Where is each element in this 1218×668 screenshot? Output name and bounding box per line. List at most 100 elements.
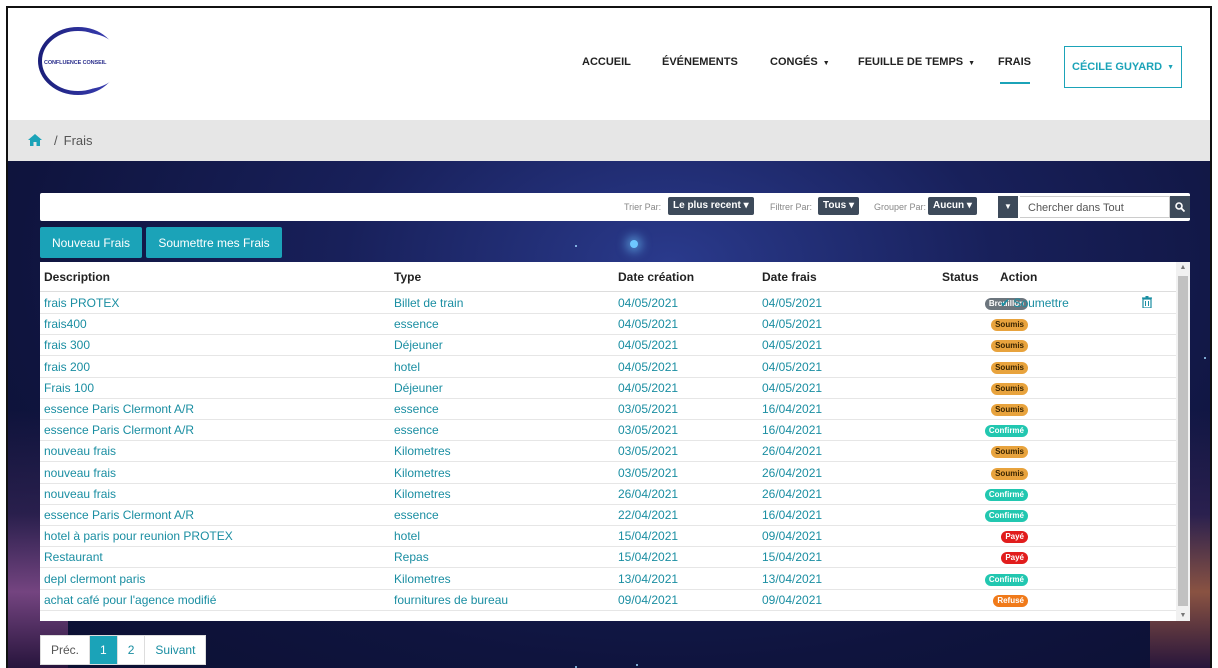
header-status[interactable]: Status [942,270,979,284]
table-scrollbar[interactable]: ▲ ▼ [1176,262,1190,621]
header-action: Action [1000,270,1038,284]
row-type: essence [394,508,439,522]
caret-down-icon: ▾ [743,200,749,211]
row-description[interactable]: nouveau frais [44,466,116,480]
status-badge: Soumis [991,446,1028,459]
pagination-page[interactable]: 2 [118,636,146,664]
scroll-down-icon[interactable]: ▼ [1179,612,1187,619]
table-row[interactable]: frais400 essence 04/05/2021 04/05/2021 Soumi… [40,314,1176,336]
row-created-date: 04/05/2021 [618,380,679,395]
nav-item-label: ACCUEIL [582,56,631,68]
caret-down-icon: ▾ [848,200,854,211]
filter-dropdown[interactable]: Tous ▾ [818,197,859,215]
table-row[interactable]: frais 300 Déjeuner 04/05/2021 04/05/2021 Sou… [40,335,1176,357]
nav-item-label: CONGÉS [770,56,818,68]
row-expense-date: 09/04/2021 [762,592,823,607]
company-logo[interactable]: CONFLUENCE CONSEIL [36,26,126,96]
row-type: Déjeuner [394,380,443,395]
row-expense-date: 16/04/2021 [762,508,823,522]
light-glow [630,240,638,248]
pagination-page[interactable]: 1 [90,636,118,664]
row-description[interactable]: frais PROTEX [44,296,119,310]
row-type: Kilometres [394,486,451,501]
row-expense-date: 26/04/2021 [762,444,823,459]
trash-icon[interactable] [1142,296,1152,311]
row-description[interactable]: essence Paris Clermont A/R [44,508,194,522]
user-menu-button[interactable]: CÉCILE GUYARD ▼ [1064,46,1182,88]
header-created[interactable]: Date création [618,270,694,284]
table-row[interactable]: hotel à paris pour reunion PROTEX hotel 15… [40,526,1176,548]
header-type[interactable]: Type [394,270,421,284]
row-created-date: 03/05/2021 [618,402,679,416]
table-row[interactable]: essence Paris Clermont A/R essence 03/05/2… [40,420,1176,442]
filter-value: Tous [823,200,847,211]
new-expense-label: Nouveau Frais [51,235,131,250]
nav-item-evenements[interactable]: ÉVÉNEMENTS [662,56,738,68]
row-created-date: 15/04/2021 [618,529,679,544]
new-expense-button[interactable]: Nouveau Frais [40,227,142,258]
submit-action-link[interactable]: ✔ Soumettre [1000,296,1069,310]
search-scope-dropdown[interactable]: ▼ [998,196,1018,218]
home-icon[interactable] [28,133,42,149]
row-expense-date: 09/04/2021 [762,529,823,544]
table-row[interactable]: Frais 100 Déjeuner 04/05/2021 04/05/2021 Sou… [40,378,1176,399]
table-row[interactable]: frais 200 hotel 04/05/2021 04/05/2021 Soumis [40,357,1176,378]
row-description[interactable]: depl clermont paris [44,572,145,586]
row-description[interactable]: essence Paris Clermont A/R [44,402,194,416]
row-created-date: 26/04/2021 [618,486,679,501]
table-row[interactable]: nouveau frais Kilometres 03/05/2021 26/04/2… [40,463,1176,484]
row-expense-date: 16/04/2021 [762,423,823,438]
table-row[interactable]: essence Paris Clermont A/R essence 03/05/2… [40,399,1176,420]
group-dropdown[interactable]: Aucun ▾ [928,197,977,215]
scroll-thumb[interactable] [1178,276,1188,606]
row-description[interactable]: frais400 [44,317,87,331]
pagination-next[interactable]: Suivant [145,636,205,664]
row-description[interactable]: nouveau frais [44,444,116,458]
row-description[interactable]: achat café pour l'agence modifié [44,593,216,607]
list-toolbar: Trier Par: Le plus recent ▾ Filtrer Par:… [40,193,1190,221]
table-row[interactable]: achat café pour l'agence modifié fournitu… [40,590,1176,611]
sort-dropdown[interactable]: Le plus recent ▾ [668,197,754,215]
scroll-up-icon[interactable]: ▲ [1179,264,1187,271]
row-expense-date: 04/05/2021 [762,317,823,332]
row-type: fournitures de bureau [394,592,509,607]
search-input[interactable]: Chercher dans Tout [1020,196,1170,218]
row-description[interactable]: Restaurant [44,550,103,564]
top-navbar: CONFLUENCE CONSEIL ACCUEIL ÉVÉNEMENTS CO… [8,8,1210,120]
sort-label: Trier Par: [624,202,662,212]
table-row[interactable]: essence Paris Clermont A/R essence 22/04/2… [40,505,1176,526]
table-row[interactable]: depl clermont paris Kilometres 13/04/2021 1… [40,569,1176,590]
nav-item-accueil[interactable]: ACCUEIL [582,56,631,68]
row-created-date: 13/04/2021 [618,571,679,586]
submit-expenses-button[interactable]: Soumettre mes Frais [146,227,282,258]
content-background: Trier Par: Le plus recent ▾ Filtrer Par:… [8,161,1210,668]
row-description[interactable]: Frais 100 [44,381,94,395]
user-name: CÉCILE GUYARD [1072,61,1163,73]
row-description[interactable]: essence Paris Clermont A/R [44,423,194,437]
row-expense-date: 15/04/2021 [762,550,823,565]
nav-item-conges[interactable]: CONGÉS ▼ [770,56,830,68]
table-row[interactable]: Restaurant Repas 15/04/2021 15/04/2021 Payé [40,547,1176,569]
row-created-date: 04/05/2021 [618,338,679,353]
group-value: Aucun [933,200,965,211]
table-row[interactable]: frais PROTEX Billet de train 04/05/2021 04/… [40,293,1176,314]
row-description[interactable]: frais 300 [44,338,90,352]
row-type: essence [394,423,439,438]
status-badge: Confirmé [984,425,1028,438]
nav-item-label: FEUILLE DE TEMPS [858,56,964,68]
row-description[interactable]: frais 200 [44,360,90,374]
row-expense-date: 26/04/2021 [762,465,823,480]
header-date[interactable]: Date frais [762,270,817,284]
table-row[interactable]: nouveau frais Kilometres 26/04/2021 26/04/2… [40,484,1176,505]
header-description[interactable]: Description [44,270,110,284]
nav-item-feuille-de-temps[interactable]: FEUILLE DE TEMPS ▼ [858,56,975,68]
table-row[interactable]: nouveau frais Kilometres 03/05/2021 26/04/2… [40,441,1176,463]
row-description[interactable]: hotel à paris pour reunion PROTEX [44,529,233,543]
status-badge: Soumis [991,340,1028,353]
star [1204,357,1206,359]
row-description[interactable]: nouveau frais [44,487,116,501]
nav-item-frais[interactable]: FRAIS [998,56,1031,68]
search-button[interactable] [1170,196,1190,218]
row-type: Billet de train [394,296,464,310]
pagination-prev[interactable]: Préc. [41,636,91,664]
